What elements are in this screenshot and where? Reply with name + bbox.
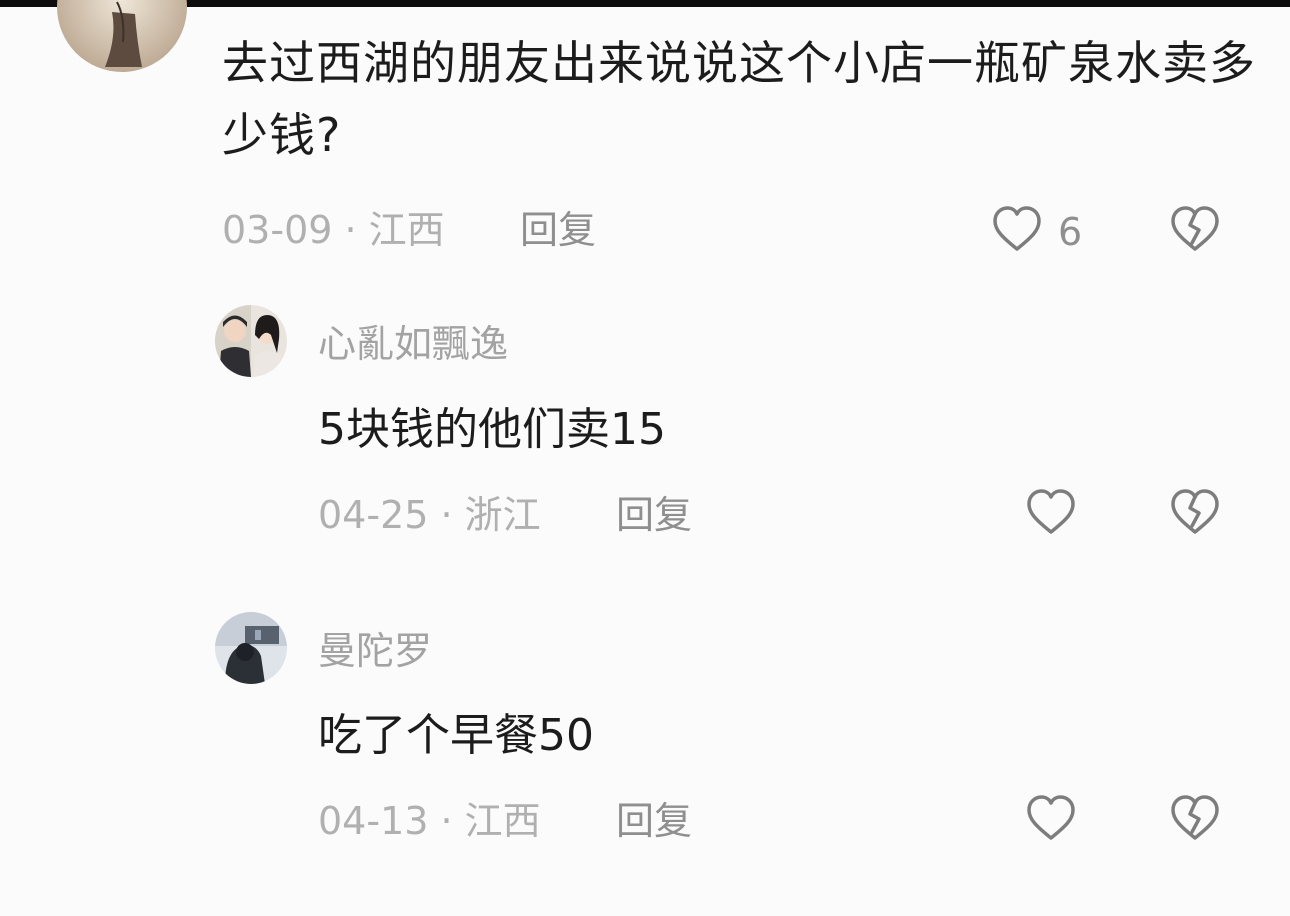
like-button[interactable] xyxy=(990,203,1044,257)
comment-thread: 去过西湖的朋友出来说说这个小店一瓶矿泉水卖多少钱? 03-09 · 江西 回复 … xyxy=(0,0,1290,916)
reply-text: 吃了个早餐50 xyxy=(318,710,594,761)
dislike-button[interactable] xyxy=(1168,792,1222,846)
reply-button[interactable]: 回复 xyxy=(616,797,692,845)
broken-heart-icon xyxy=(1171,795,1219,840)
username[interactable]: 心亂如飄逸 xyxy=(318,320,508,368)
dislike-button[interactable] xyxy=(1168,203,1222,257)
reply-button[interactable]: 回复 xyxy=(520,206,596,254)
broken-heart-icon xyxy=(1171,206,1219,251)
avatar[interactable] xyxy=(215,612,287,684)
reply-meta: 04-25 · 浙江 xyxy=(318,493,541,537)
reply-meta: 04-13 · 江西 xyxy=(318,799,541,843)
heart-outline-icon xyxy=(1027,795,1075,840)
heart-outline-icon xyxy=(1027,489,1075,534)
like-count: 6 xyxy=(1058,210,1083,254)
heart-outline-icon xyxy=(993,206,1041,251)
avatar[interactable] xyxy=(57,0,187,72)
dislike-button[interactable] xyxy=(1168,486,1222,540)
broken-heart-icon xyxy=(1171,489,1219,534)
like-button[interactable] xyxy=(1024,792,1078,846)
avatar[interactable] xyxy=(215,305,287,377)
username[interactable]: 曼陀罗 xyxy=(318,627,432,675)
reply-button[interactable]: 回复 xyxy=(616,491,692,539)
top-bar xyxy=(0,0,1290,7)
comment-text: 去过西湖的朋友出来说说这个小店一瓶矿泉水卖多少钱? xyxy=(222,36,1256,162)
reply-text: 5块钱的他们卖15 xyxy=(318,404,666,455)
comment-meta: 03-09 · 江西 xyxy=(222,208,445,252)
like-button[interactable] xyxy=(1024,486,1078,540)
